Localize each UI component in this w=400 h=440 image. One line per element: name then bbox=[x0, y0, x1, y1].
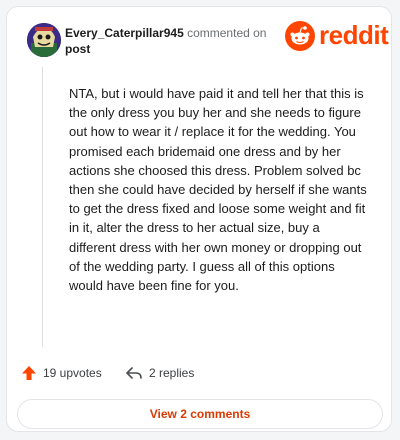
comment-body: NTA, but i would have paid it and tell h… bbox=[69, 86, 367, 294]
upvote-count: 19 upvotes bbox=[43, 366, 102, 380]
reply-arrow-icon bbox=[126, 367, 142, 379]
reply-count: 2 replies bbox=[149, 366, 195, 380]
reddit-logo[interactable]: reddit bbox=[285, 19, 395, 53]
comment-card: Every_Caterpillar945 commented on post r… bbox=[6, 6, 392, 432]
reddit-snoo-icon bbox=[285, 21, 315, 51]
reddit-wordmark: reddit bbox=[319, 20, 389, 50]
upvote-arrow-icon bbox=[22, 366, 36, 380]
comment-meta: Every_Caterpillar945 commented on post bbox=[65, 25, 285, 57]
replies-button[interactable]: 2 replies bbox=[125, 361, 194, 385]
avatar-icon bbox=[27, 23, 61, 57]
thread-line bbox=[42, 67, 43, 347]
avatar[interactable] bbox=[27, 23, 61, 57]
view-comments-button[interactable]: View 2 comments bbox=[17, 399, 383, 429]
post-link[interactable]: post bbox=[65, 41, 285, 57]
comment-actions: 19 upvotes 2 replies bbox=[21, 361, 321, 385]
commented-on-text: commented on bbox=[187, 26, 267, 40]
comment-header: Every_Caterpillar945 commented on post r… bbox=[23, 17, 389, 61]
username-link[interactable]: Every_Caterpillar945 bbox=[65, 26, 184, 40]
upvote-button[interactable]: 19 upvotes bbox=[21, 361, 102, 385]
